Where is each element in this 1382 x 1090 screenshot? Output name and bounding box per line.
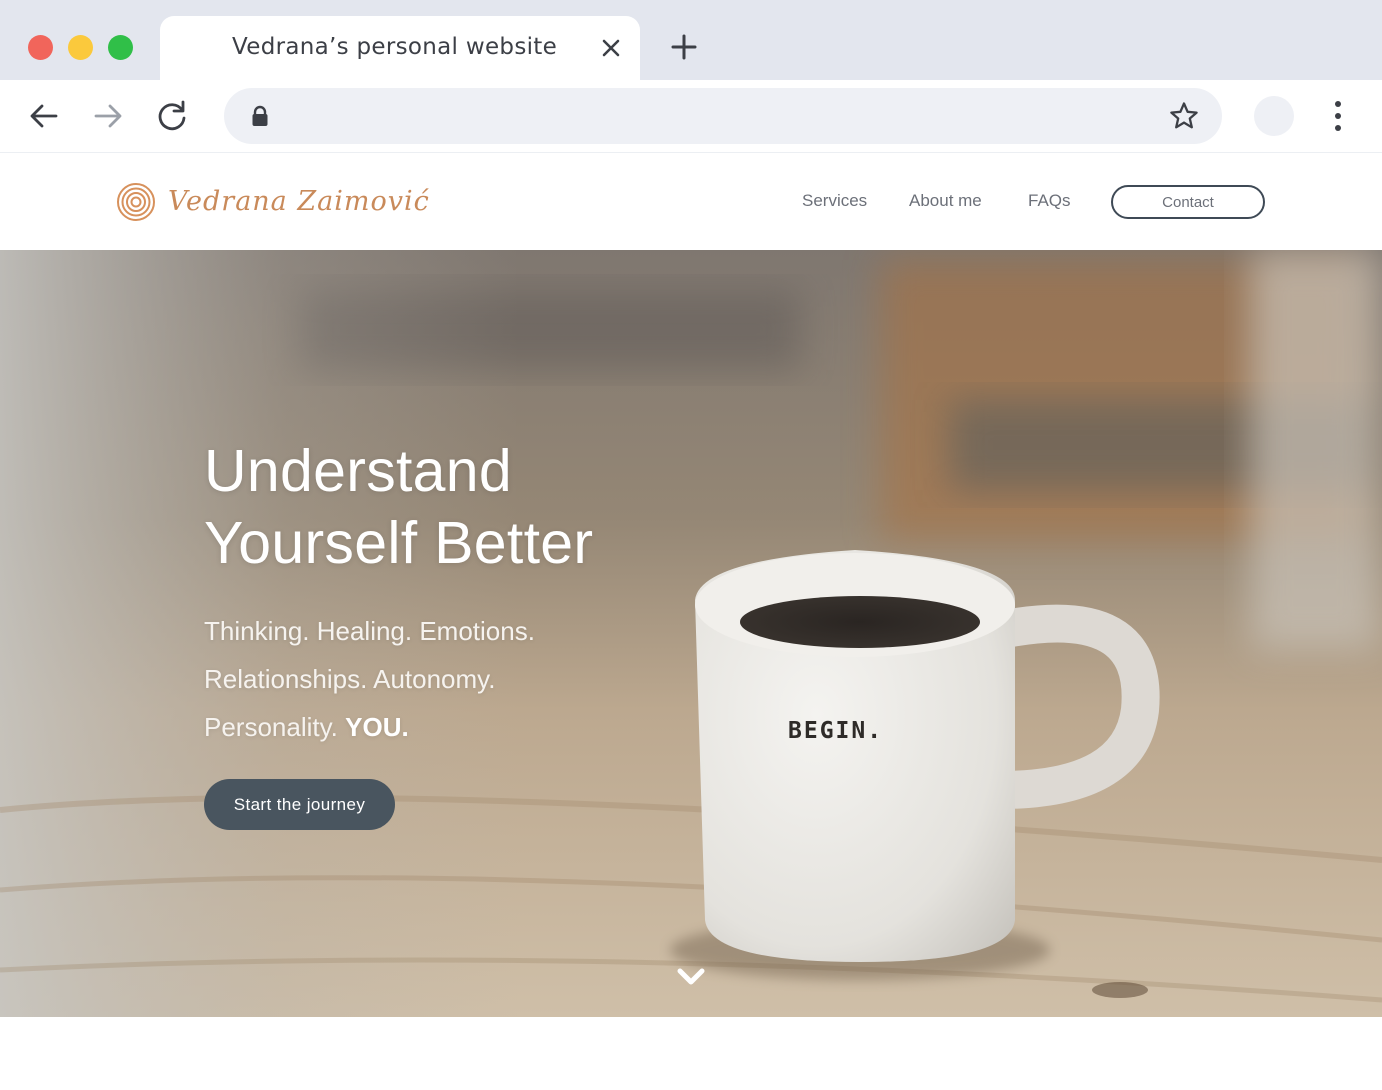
window-maximize-button[interactable] xyxy=(108,35,133,60)
plus-icon[interactable] xyxy=(668,31,700,63)
hero-subtitle-emphasis: YOU. xyxy=(345,712,409,742)
lock-icon xyxy=(252,105,268,126)
reload-icon[interactable] xyxy=(152,96,192,136)
hero-heading-line-1: Understand xyxy=(204,438,513,504)
start-journey-button[interactable]: Start the journey xyxy=(204,779,395,830)
hero-subtitle-line-2: Relationships. Autonomy. xyxy=(204,664,496,694)
nav-services-link[interactable]: Services xyxy=(802,191,867,211)
hero-subtitle-line-1: Thinking. Healing. Emotions. xyxy=(204,616,535,646)
hero-subtitle-prefix: Personality. xyxy=(204,712,338,742)
hero-section: Understand Yourself Better Thinking. Hea… xyxy=(0,250,1382,1017)
chevron-down-icon[interactable] xyxy=(676,964,706,988)
hero-heading-line-2: Yourself Better xyxy=(204,510,594,576)
window-close-button[interactable] xyxy=(28,35,53,60)
star-icon[interactable] xyxy=(1168,100,1200,132)
window-minimize-button[interactable] xyxy=(68,35,93,60)
nav-faqs-link[interactable]: FAQs xyxy=(1028,191,1071,211)
browser-tab-bar: Vedrana’s personal website xyxy=(0,0,1382,80)
nav-about-link[interactable]: About me xyxy=(909,191,982,211)
mug-label-text: BEGIN. xyxy=(788,718,884,744)
hero-subtitle: Thinking. Healing. Emotions. Relationshi… xyxy=(204,607,535,751)
site-header: Vedrana Zaimović Services About me FAQs … xyxy=(0,153,1382,250)
more-vert-icon[interactable] xyxy=(1324,96,1352,136)
forward-arrow-icon[interactable] xyxy=(88,96,128,136)
tab-title: Vedrana’s personal website xyxy=(232,34,558,60)
hero-subtitle-line-3: Personality. YOU. xyxy=(204,703,535,751)
contact-button[interactable]: Contact xyxy=(1111,185,1265,219)
close-icon[interactable] xyxy=(597,34,625,62)
browser-toolbar xyxy=(0,80,1382,153)
profile-avatar[interactable] xyxy=(1254,96,1294,136)
back-arrow-icon[interactable] xyxy=(24,96,64,136)
browser-tab-active[interactable]: Vedrana’s personal website xyxy=(160,16,640,80)
hero-heading: Understand Yourself Better xyxy=(204,435,593,579)
address-bar[interactable] xyxy=(224,88,1222,144)
spiral-logo-icon[interactable] xyxy=(116,182,156,222)
logo-wordmark[interactable]: Vedrana Zaimović xyxy=(168,186,430,217)
